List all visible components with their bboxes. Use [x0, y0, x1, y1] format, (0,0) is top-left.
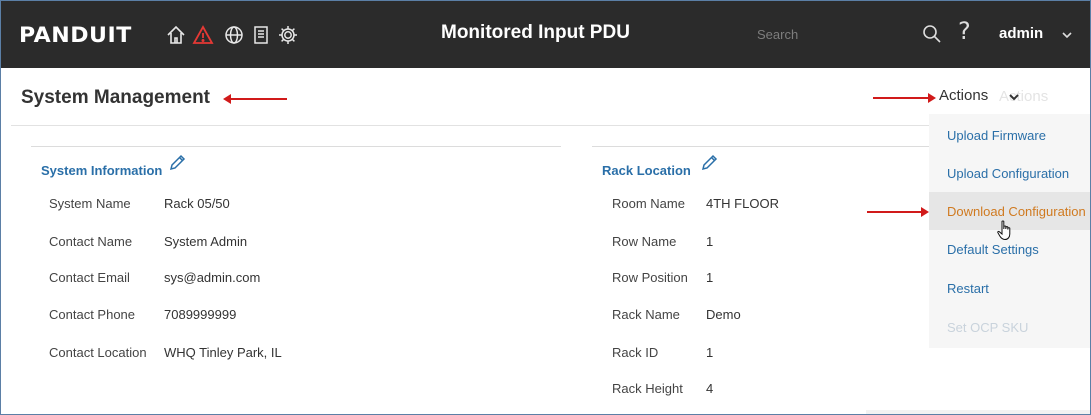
search-icon[interactable] [921, 23, 943, 45]
hand-cursor-icon [996, 220, 1014, 242]
chevron-down-icon[interactable] [1060, 28, 1074, 42]
field-label: Room Name [612, 196, 685, 211]
globe-icon[interactable] [223, 24, 245, 46]
menu-item-upload-configuration[interactable]: Upload Configuration [929, 154, 1090, 192]
field-label: Row Name [612, 234, 677, 249]
menu-item-upload-firmware[interactable]: Upload Firmware [929, 116, 1090, 154]
field-value: System Admin [164, 234, 248, 249]
app-window: PANDUIT Monitored Input PDU Search ? adm… [0, 0, 1091, 415]
field-value: 1 [706, 234, 714, 249]
field-label: Rack ID [612, 345, 659, 360]
field-value: Rack 05/50 [164, 196, 230, 211]
rack-location-title: Rack Location [602, 163, 691, 178]
actions-button[interactable]: Actions [939, 87, 988, 104]
field-label: Row Position [612, 270, 688, 285]
field-label: Rack Name [612, 307, 680, 322]
field-label: System Name [49, 196, 131, 211]
card-divider [592, 146, 932, 147]
field-label: Contact Email [49, 270, 130, 285]
menu-item-label: Default Settings [947, 242, 1039, 257]
menu-item-label: Download Configuration [947, 204, 1086, 219]
edit-pencil-icon[interactable] [700, 154, 718, 172]
field-value: WHQ Tinley Park, IL [164, 345, 282, 360]
chevron-down-icon[interactable] [1007, 90, 1021, 104]
search-input[interactable] [717, 21, 947, 47]
menu-item-label: Upload Firmware [947, 128, 1046, 143]
annotation-arrow [223, 94, 287, 104]
app-title: Monitored Input PDU [441, 22, 630, 43]
field-value: Demo [706, 307, 741, 322]
menu-item-label: Upload Configuration [947, 166, 1070, 181]
page-title: System Management [21, 87, 211, 108]
menu-item-label: Restart [947, 281, 989, 296]
top-navigation-bar: PANDUIT Monitored Input PDU Search ? adm… [1, 1, 1090, 68]
field-label: Contact Phone [49, 307, 136, 322]
edit-pencil-icon[interactable] [168, 154, 186, 172]
field-value: 4TH FLOOR [706, 196, 779, 211]
document-icon[interactable] [250, 24, 272, 46]
home-icon[interactable] [165, 24, 187, 46]
card-divider [31, 146, 561, 147]
help-icon[interactable]: ? [958, 17, 971, 45]
field-label: Rack Height [612, 381, 683, 396]
menu-item-restart[interactable]: Restart [929, 269, 1090, 307]
field-label: Contact Name [49, 234, 133, 249]
field-label: Contact Location [49, 345, 147, 360]
gear-icon[interactable] [277, 24, 299, 46]
field-value: sys@admin.com [164, 270, 261, 285]
field-value: 1 [706, 270, 714, 285]
panduit-logo[interactable]: PANDUIT [19, 23, 132, 47]
annotation-arrow [867, 207, 929, 217]
alert-icon[interactable] [192, 24, 214, 46]
annotation-arrow [873, 93, 936, 103]
menu-item-set-ocp-sku: Set OCP SKU [929, 308, 1090, 346]
field-value: 1 [706, 345, 714, 360]
footer-strip [866, 410, 1090, 414]
menu-item-label: Set OCP SKU [947, 320, 1029, 335]
field-value: 4 [706, 381, 714, 396]
user-menu[interactable]: admin [999, 25, 1043, 42]
system-info-title: System Information [41, 163, 163, 178]
field-value: 7089999999 [164, 307, 237, 322]
